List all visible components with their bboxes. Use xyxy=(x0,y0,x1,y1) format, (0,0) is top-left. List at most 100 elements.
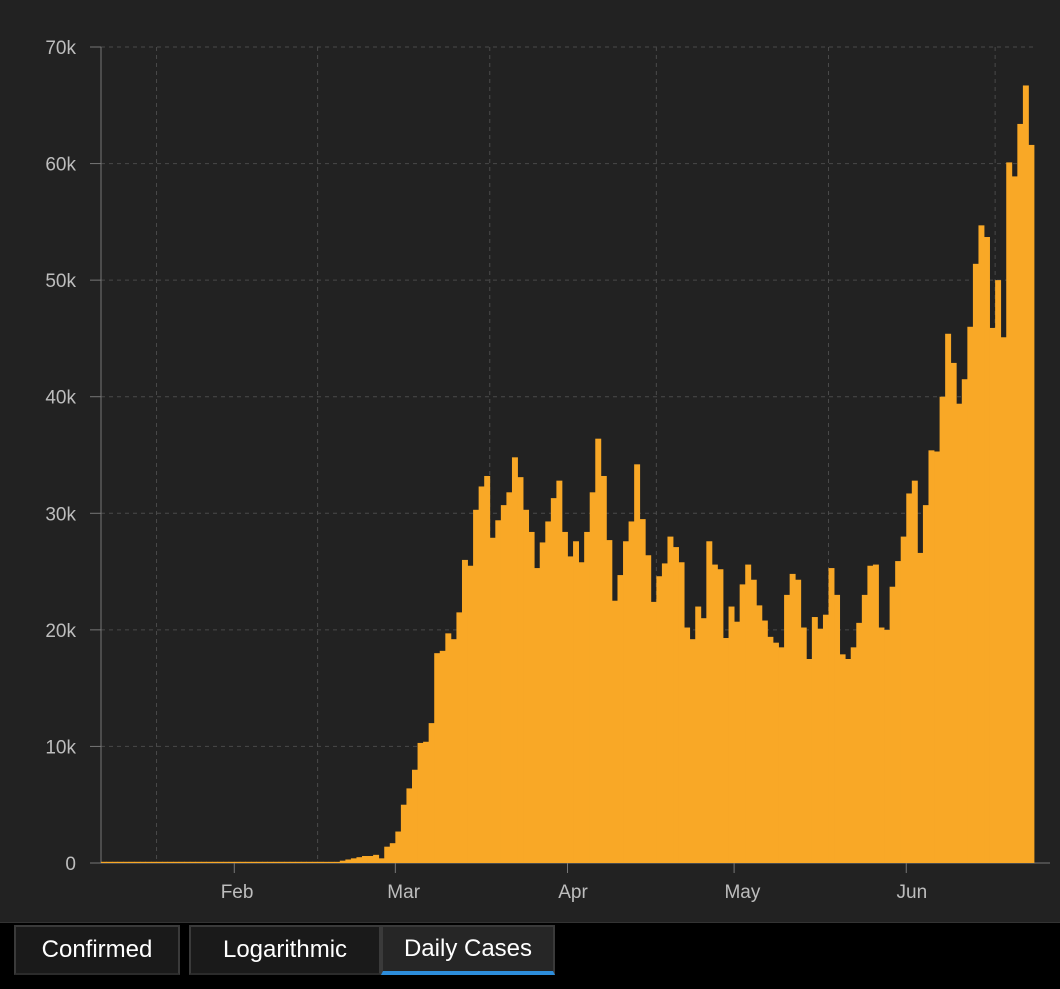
bar xyxy=(711,564,718,863)
x-tick-label: May xyxy=(724,882,760,903)
bar xyxy=(262,861,269,863)
bar xyxy=(284,861,291,863)
bar xyxy=(112,861,119,863)
tab-daily-cases[interactable]: Daily Cases xyxy=(381,925,555,975)
bar xyxy=(878,627,885,863)
bar xyxy=(850,647,857,863)
bar xyxy=(506,492,513,863)
bar xyxy=(378,858,385,863)
bar xyxy=(434,653,441,863)
bar xyxy=(656,576,663,863)
bar xyxy=(1022,85,1029,864)
bar xyxy=(639,519,646,863)
bar xyxy=(256,861,263,863)
bar xyxy=(273,861,280,863)
bar xyxy=(417,742,424,863)
bar xyxy=(728,606,735,863)
bar xyxy=(817,628,824,863)
bar xyxy=(101,861,107,863)
bar xyxy=(584,531,591,863)
bar xyxy=(750,579,757,863)
bar xyxy=(223,861,230,863)
bar xyxy=(811,617,818,863)
bar xyxy=(406,788,413,863)
bar xyxy=(595,438,602,863)
bar xyxy=(267,861,274,863)
bar xyxy=(517,477,524,863)
bar xyxy=(467,565,474,863)
bar xyxy=(367,856,374,863)
bar xyxy=(200,861,207,863)
bar xyxy=(606,540,613,863)
bar xyxy=(567,556,574,863)
bar xyxy=(461,559,468,863)
y-tick-label: 0 xyxy=(65,854,76,875)
bar xyxy=(289,861,296,863)
bar xyxy=(861,594,868,863)
bar xyxy=(484,475,491,863)
y-tick-label: 50k xyxy=(45,271,76,292)
x-tick-label: Feb xyxy=(221,882,254,903)
bar xyxy=(872,564,879,863)
bar xyxy=(706,541,713,863)
bar xyxy=(150,861,157,863)
bar xyxy=(206,861,213,863)
y-tick-label: 10k xyxy=(45,737,76,758)
bar xyxy=(995,280,1002,864)
y-tick-label: 70k xyxy=(45,38,76,59)
bar xyxy=(239,861,246,863)
tab-logarithmic[interactable]: Logarithmic xyxy=(189,925,381,975)
bar xyxy=(300,861,307,863)
bar xyxy=(778,647,785,863)
bar xyxy=(822,614,829,863)
bar xyxy=(961,379,968,863)
daily-cases-chart: 0 10k 20k 30k 40k 50k 60k 70k Feb Mar Apr May Jun xyxy=(0,0,1060,922)
bar xyxy=(789,573,796,863)
bar xyxy=(373,854,380,863)
bar xyxy=(800,627,807,863)
bar xyxy=(389,843,396,863)
bar xyxy=(395,831,402,863)
bar xyxy=(684,627,691,863)
y-tick-label: 40k xyxy=(45,388,76,409)
bar xyxy=(561,531,568,863)
bar xyxy=(339,860,346,863)
bar xyxy=(922,505,929,863)
bar xyxy=(695,606,702,863)
bar xyxy=(384,846,391,863)
bar xyxy=(545,521,552,863)
bar xyxy=(106,861,113,863)
bar xyxy=(167,861,174,863)
bar xyxy=(628,521,635,863)
bar xyxy=(550,498,557,863)
bar xyxy=(767,636,774,863)
bar xyxy=(978,225,985,864)
bar xyxy=(673,547,679,863)
bar xyxy=(162,861,169,863)
bar xyxy=(745,564,752,863)
bar xyxy=(1028,144,1035,864)
bar xyxy=(328,861,335,863)
y-tick-label: 30k xyxy=(45,504,76,525)
y-tick-label: 20k xyxy=(45,621,76,642)
bar xyxy=(356,857,363,863)
bar xyxy=(511,457,518,863)
bar xyxy=(123,861,130,863)
bar xyxy=(334,861,341,863)
bar xyxy=(617,575,624,863)
bar xyxy=(312,861,318,863)
tab-confirmed[interactable]: Confirmed xyxy=(14,925,180,975)
bar xyxy=(528,531,535,863)
bar xyxy=(611,600,618,863)
bar xyxy=(428,723,435,863)
bar xyxy=(678,562,685,863)
bar xyxy=(795,579,802,863)
bar xyxy=(856,622,863,863)
bar xyxy=(128,861,135,863)
bar xyxy=(278,861,285,863)
bar xyxy=(189,861,196,863)
bar xyxy=(756,605,763,863)
bar xyxy=(145,861,152,863)
tab-daily-cases-label: Daily Cases xyxy=(403,935,533,962)
bar xyxy=(761,620,768,863)
